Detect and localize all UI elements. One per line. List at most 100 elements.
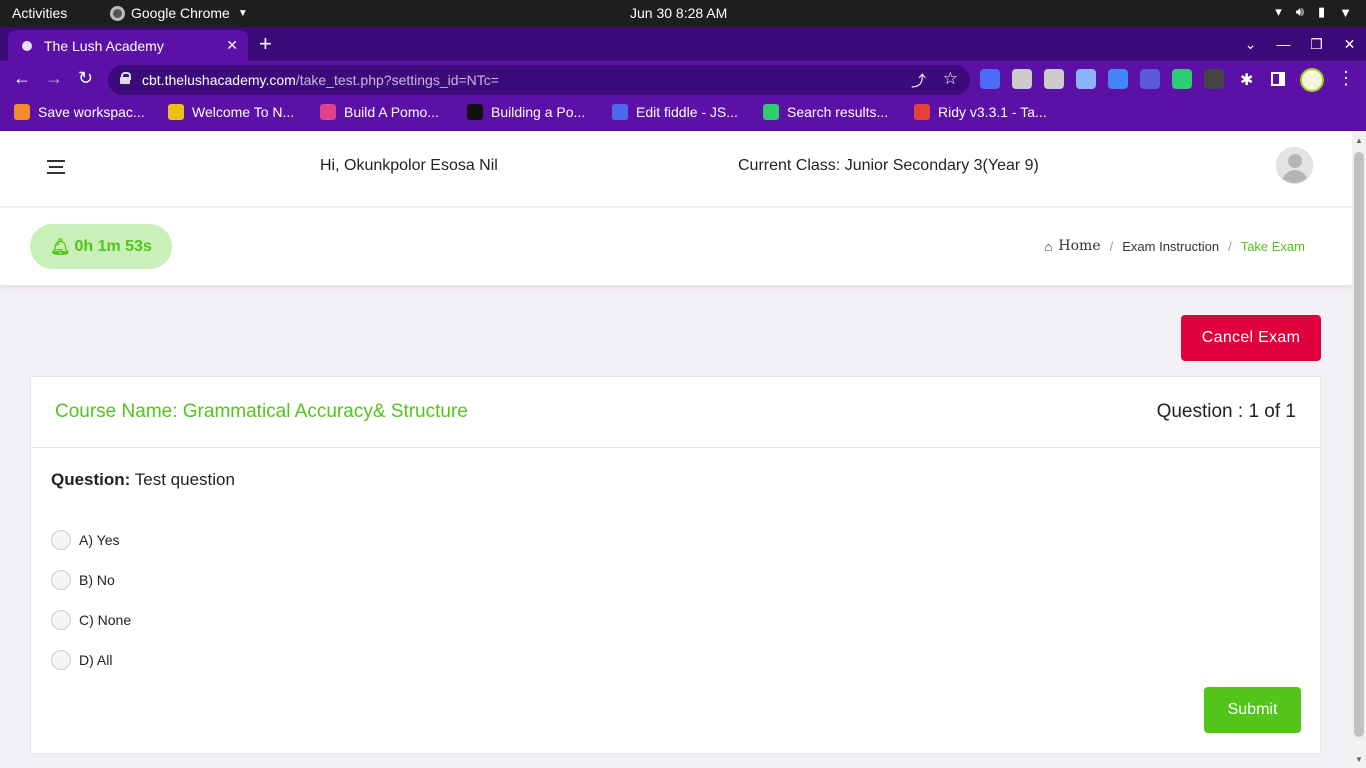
bookmark-favicon-icon: [14, 104, 30, 120]
answer-option-a[interactable]: A) Yes: [51, 530, 119, 550]
chrome-icon: [110, 5, 125, 21]
extension-icon[interactable]: [1076, 69, 1096, 89]
battery-icon: ▮: [1317, 4, 1326, 19]
bookmark-favicon-icon: [168, 104, 184, 120]
app-menu[interactable]: Google Chrome ▼: [110, 5, 248, 21]
bookmark-item[interactable]: Edit fiddle - JS...: [612, 104, 738, 120]
address-url[interactable]: cbt.thelushacademy.com/take_test.php?set…: [142, 72, 499, 88]
tab-close-icon[interactable]: ✕: [226, 37, 238, 54]
bookmarks-bar: Save workspac... Welcome To N... Build A…: [0, 98, 1366, 131]
radio-button[interactable]: [51, 610, 71, 630]
breadcrumb-home[interactable]: Home: [1058, 238, 1100, 254]
new-tab-button[interactable]: +: [259, 31, 272, 57]
bookmark-item[interactable]: Search results...: [763, 104, 888, 120]
option-label: C) None: [79, 612, 132, 628]
breadcrumb: ⌂ Home / Exam Instruction / Take Exam: [1045, 238, 1305, 254]
course-name: Course Name: Grammatical Accuracy& Struc…: [55, 401, 468, 422]
current-class: Current Class: Junior Secondary 3(Year 9…: [738, 157, 1039, 174]
cancel-exam-button[interactable]: Cancel Exam: [1181, 315, 1321, 361]
extension-icon[interactable]: [1012, 69, 1032, 89]
bookmark-favicon-icon: [763, 104, 779, 120]
bookmark-item[interactable]: Ridy v3.3.1 - Ta...: [914, 104, 1047, 120]
timer-value: 0h 1m 53s: [74, 237, 152, 255]
wifi-icon: ▾: [1275, 4, 1282, 19]
browser-tab-strip: The Lush Academy ✕ + ⌄ — ❐ ✕: [0, 27, 1366, 61]
tab-favicon-icon: [22, 40, 32, 51]
tray-caret-icon: ▼: [1339, 4, 1352, 20]
extensions-puzzle-icon[interactable]: ✱: [1240, 70, 1253, 90]
question-label: Question:: [51, 470, 131, 489]
extension-icon[interactable]: [1140, 69, 1160, 89]
activities-button[interactable]: Activities: [12, 5, 67, 21]
bookmark-item[interactable]: Build A Pomo...: [320, 104, 439, 120]
window-controls: ⌄ — ❐ ✕: [1234, 27, 1366, 61]
radio-button[interactable]: [51, 650, 71, 670]
system-tray[interactable]: ▾ 🔊︎ ▮ ▼: [1275, 4, 1352, 20]
minimize-icon[interactable]: —: [1267, 36, 1300, 52]
submit-button[interactable]: Submit: [1204, 687, 1301, 733]
extension-icon[interactable]: [1044, 69, 1064, 89]
user-greeting: Hi, Okunkpolor Esosa Nil: [320, 157, 498, 174]
back-icon[interactable]: ←: [13, 68, 31, 89]
browser-tab[interactable]: The Lush Academy ✕: [8, 30, 248, 61]
user-avatar[interactable]: [1276, 147, 1313, 184]
bookmark-favicon-icon: [612, 104, 628, 120]
tab-title: The Lush Academy: [44, 37, 164, 54]
question-counter: Question : 1 of 1: [1156, 401, 1296, 422]
option-label: A) Yes: [79, 532, 120, 548]
app-header: Hi, Okunkpolor Esosa Nil Current Class: …: [0, 132, 1352, 207]
restore-icon[interactable]: ❐: [1300, 36, 1333, 53]
question-card: Course Name: Grammatical Accuracy& Struc…: [30, 376, 1321, 754]
bookmark-item[interactable]: Welcome To N...: [168, 104, 294, 120]
bookmark-favicon-icon: [467, 104, 483, 120]
radio-button[interactable]: [51, 570, 71, 590]
scroll-down-icon[interactable]: ▼: [1355, 755, 1363, 764]
option-label: D) All: [79, 652, 113, 668]
bookmark-item[interactable]: Save workspac...: [14, 104, 145, 120]
exam-timer: 🔔︎ 0h 1m 53s: [30, 224, 172, 269]
question-body: Test question: [134, 470, 235, 489]
option-label: B) No: [79, 572, 115, 588]
breadcrumb-separator: /: [1109, 238, 1114, 254]
volume-icon: 🔊︎: [1295, 4, 1304, 19]
page-content: Hi, Okunkpolor Esosa Nil Current Class: …: [0, 132, 1352, 768]
page-scrollbar[interactable]: ▲ ▼: [1352, 132, 1366, 768]
exam-subheader: 🔔︎ 0h 1m 53s ⌂ Home / Exam Instruction /…: [0, 208, 1352, 285]
browser-toolbar: ← → ↻ cbt.thelushacademy.com/take_test.p…: [0, 61, 1366, 98]
menu-toggle-icon[interactable]: [47, 160, 65, 174]
extension-icon[interactable]: [1172, 69, 1192, 89]
address-bar[interactable]: cbt.thelushacademy.com/take_test.php?set…: [108, 65, 970, 95]
question-text: Question: Test question: [51, 470, 235, 490]
extension-icon[interactable]: [980, 69, 1000, 89]
answer-option-c[interactable]: C) None: [51, 610, 131, 630]
bookmark-favicon-icon: [914, 104, 930, 120]
forward-icon[interactable]: →: [45, 68, 63, 89]
bell-icon: 🔔︎: [50, 238, 71, 256]
caret-down-icon: ▼: [237, 7, 248, 19]
bookmark-star-icon[interactable]: ☆: [943, 69, 958, 89]
answer-option-d[interactable]: D) All: [51, 650, 112, 670]
bookmark-item[interactable]: Building a Po...: [467, 104, 585, 120]
lock-icon[interactable]: [120, 72, 131, 84]
breadcrumb-exam-instruction[interactable]: Exam Instruction: [1122, 239, 1219, 254]
profile-avatar[interactable]: [1300, 68, 1324, 92]
reload-icon[interactable]: ↻: [78, 68, 93, 89]
side-panel-icon[interactable]: [1271, 72, 1285, 86]
breadcrumb-separator: /: [1228, 238, 1232, 254]
bookmark-favicon-icon: [320, 104, 336, 120]
tab-search-icon[interactable]: ⌄: [1234, 36, 1267, 53]
app-name: Google Chrome: [131, 5, 230, 21]
system-clock[interactable]: Jun 30 8:28 AM: [630, 5, 727, 21]
radio-button[interactable]: [51, 530, 71, 550]
extensions-tray: [980, 69, 1224, 89]
answer-option-b[interactable]: B) No: [51, 570, 115, 590]
share-icon[interactable]: ⤴: [911, 70, 926, 91]
system-top-bar: Activities Google Chrome ▼ Jun 30 8:28 A…: [0, 0, 1366, 27]
scroll-up-icon[interactable]: ▲: [1355, 136, 1363, 145]
extension-icon[interactable]: [1108, 69, 1128, 89]
scrollbar-thumb[interactable]: [1354, 152, 1364, 737]
close-window-icon[interactable]: ✕: [1333, 36, 1366, 53]
home-icon: ⌂: [1044, 238, 1053, 254]
chrome-menu-icon[interactable]: ⋮: [1337, 68, 1355, 89]
extension-icon[interactable]: [1204, 69, 1224, 89]
